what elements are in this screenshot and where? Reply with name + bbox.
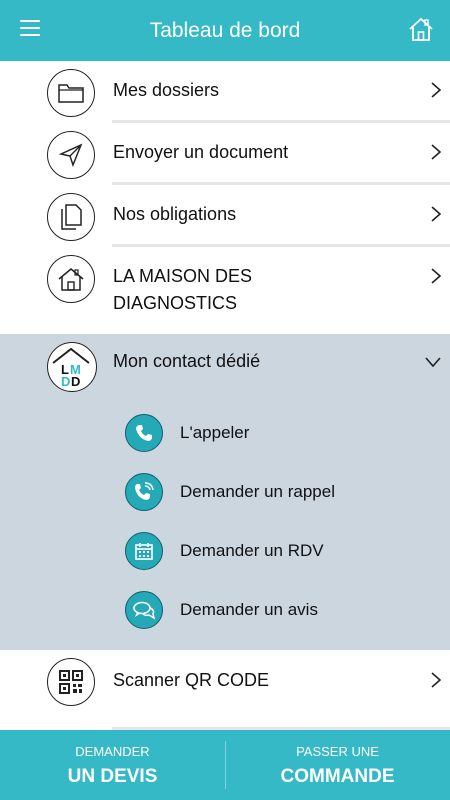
folder-icon: [47, 69, 95, 117]
app-header: Tableau de bord: [0, 0, 450, 61]
menu-item-mes-dossiers[interactable]: Mes dossiers: [0, 61, 450, 123]
action-label: Demander un RDV: [180, 541, 324, 560]
calendar-icon: [125, 532, 163, 570]
menu-item-label: Nos obligations: [113, 204, 237, 224]
menu-item-label-line1: LA MAISON DES: [113, 266, 253, 286]
menu-item-envoyer-document[interactable]: Envoyer un document: [0, 123, 450, 185]
chevron-right-icon: [431, 144, 442, 160]
callback-icon: [125, 473, 163, 511]
menu-item-maison-diagnostics[interactable]: LA MAISON DES DIAGNOSTICS: [0, 247, 450, 334]
action-label: L'appeler: [180, 423, 250, 442]
request-quote-button[interactable]: DEMANDER UN DEVIS: [0, 730, 225, 800]
footer-bar: DEMANDER UN DEVIS PASSER UNE COMMANDE: [0, 730, 450, 800]
svg-text:D: D: [71, 374, 80, 389]
chevron-right-icon: [431, 206, 442, 222]
documents-icon: [47, 193, 95, 241]
place-order-button[interactable]: PASSER UNE COMMANDE: [225, 730, 450, 800]
house-icon: [47, 255, 95, 303]
chat-icon: [125, 591, 163, 629]
menu-item-label: Envoyer un document: [113, 142, 289, 162]
home-icon[interactable]: [408, 16, 434, 42]
svg-text:D: D: [61, 374, 70, 389]
send-icon: [47, 131, 95, 179]
phone-icon: [125, 414, 163, 452]
order-small-label: PASSER UNE: [296, 744, 379, 759]
menu-item-label: Mes dossiers: [113, 80, 220, 100]
contact-section: L M D D Mon contact dédié L'appeler Dema…: [0, 334, 450, 650]
chevron-down-icon[interactable]: [424, 356, 442, 368]
page-title: Tableau de bord: [149, 18, 301, 42]
qr-code-icon: [47, 658, 95, 706]
hamburger-icon[interactable]: [20, 20, 40, 38]
contact-label[interactable]: Mon contact dédié: [113, 351, 260, 372]
chevron-right-icon: [431, 672, 442, 688]
quote-small-label: DEMANDER: [75, 744, 150, 759]
menu-item-label-line2: DIAGNOSTICS: [113, 293, 238, 313]
quote-big-label: UN DEVIS: [67, 766, 158, 787]
contact-logo: L M D D: [47, 342, 97, 392]
action-label: Demander un rappel: [180, 482, 335, 501]
order-big-label: COMMANDE: [280, 766, 395, 787]
chevron-right-icon: [431, 268, 442, 284]
chevron-right-icon: [431, 82, 442, 98]
menu-item-label: Scanner QR CODE: [113, 670, 270, 690]
menu-item-scanner-qr[interactable]: Scanner QR CODE: [0, 650, 450, 730]
action-label: Demander un avis: [180, 600, 318, 619]
menu-item-nos-obligations[interactable]: Nos obligations: [0, 185, 450, 247]
